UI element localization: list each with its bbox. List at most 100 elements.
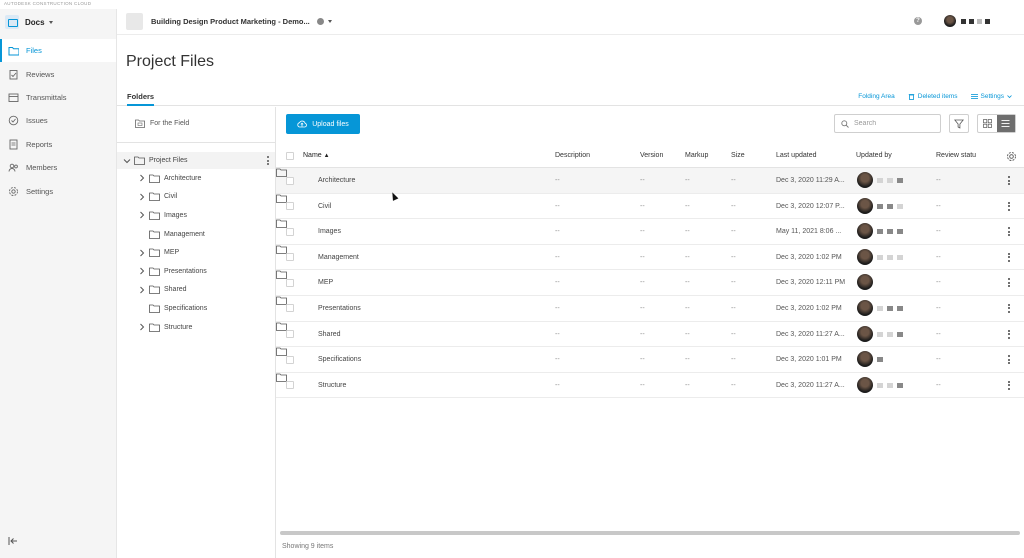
table-row[interactable]: Architecture -- -- -- -- Dec 3, 2020 11:29 A.… <box>276 168 1024 194</box>
table-row[interactable]: Presentations -- -- -- -- Dec 3, 2020 1:02 PM… <box>276 296 1024 322</box>
nav-item-files[interactable]: Files <box>0 39 116 63</box>
table-row[interactable]: Management -- -- -- -- Dec 3, 2020 1:02 PM -- <box>276 245 1024 271</box>
col-updated-by[interactable]: Updated by <box>856 152 892 159</box>
row-checkbox[interactable] <box>286 227 294 236</box>
tree-item-presentations[interactable]: Presentations <box>117 262 275 281</box>
row-name[interactable]: Architecture <box>318 177 355 184</box>
chevron-down-icon[interactable] <box>122 156 132 166</box>
row-name[interactable]: Management <box>318 254 359 261</box>
tree-item-mep[interactable]: MEP <box>117 243 275 262</box>
app-switcher[interactable]: Docs <box>5 15 53 29</box>
row-checkbox[interactable] <box>286 278 294 287</box>
left-nav: Docs Files Reviews Transmittals Issues Repor… <box>0 9 117 558</box>
table-row[interactable]: Civil -- -- -- -- Dec 3, 2020 12:07 P... -- <box>276 194 1024 220</box>
select-all-checkbox[interactable] <box>286 152 294 160</box>
row-checkbox[interactable] <box>286 330 294 339</box>
chevron-right-icon[interactable] <box>137 173 147 183</box>
col-last-updated[interactable]: Last updated <box>776 152 816 159</box>
col-version[interactable]: Version <box>640 152 663 159</box>
user-name-redacted[interactable] <box>961 18 993 25</box>
tree-root-more-icon[interactable] <box>267 156 269 165</box>
tree-item-specifications[interactable]: Specifications <box>117 299 275 318</box>
chevron-right-icon[interactable] <box>137 192 147 202</box>
row-more-icon[interactable] <box>1008 278 1010 288</box>
nav-item-reviews[interactable]: Reviews <box>0 62 116 85</box>
tree-item-management[interactable]: Management <box>117 225 275 244</box>
table-row[interactable]: Structure -- -- -- -- Dec 3, 2020 11:27 A... -… <box>276 373 1024 399</box>
folder-icon <box>276 347 287 357</box>
row-more-icon[interactable] <box>1008 227 1010 237</box>
row-name[interactable]: MEP <box>318 279 333 286</box>
nav-item-settings[interactable]: Settings <box>0 179 116 202</box>
col-description[interactable]: Description <box>555 152 590 159</box>
row-name[interactable]: Images <box>318 228 341 235</box>
nav-list: Files Reviews Transmittals Issues Reports Mem… <box>0 39 116 203</box>
tree-root-project-files[interactable]: Project Files <box>117 152 275 169</box>
user-avatar[interactable] <box>944 15 956 27</box>
row-checkbox[interactable] <box>286 176 294 185</box>
table-row[interactable]: Shared -- -- -- -- Dec 3, 2020 11:27 A... -- <box>276 322 1024 348</box>
updated-by-name-redacted <box>877 305 903 311</box>
row-more-icon[interactable] <box>1008 201 1010 211</box>
project-name[interactable]: Building Design Product Marketing - Demo… <box>151 17 310 26</box>
row-checkbox[interactable] <box>286 202 294 211</box>
search-input[interactable] <box>854 120 934 127</box>
table-row[interactable]: MEP -- -- -- -- Dec 3, 2020 12:11 PM -- <box>276 270 1024 296</box>
table-row[interactable]: Specifications -- -- -- -- Dec 3, 2020 1:01 P… <box>276 347 1024 373</box>
collapse-sidebar-icon[interactable] <box>8 536 18 546</box>
chevron-right-icon[interactable] <box>137 285 147 295</box>
search-box[interactable] <box>834 114 941 133</box>
row-markup: -- <box>685 330 690 338</box>
tree-item-civil[interactable]: Civil <box>117 188 275 207</box>
col-name[interactable]: Name ▲ <box>303 152 330 159</box>
for-the-field-item[interactable]: For the Field <box>135 119 189 128</box>
chevron-right-icon[interactable] <box>137 266 147 276</box>
view-toggle[interactable] <box>977 114 1016 133</box>
row-checkbox[interactable] <box>286 355 294 364</box>
row-checkbox[interactable] <box>286 253 294 262</box>
nav-item-transmittals[interactable]: Transmittals <box>0 86 116 109</box>
row-more-icon[interactable] <box>1008 380 1010 390</box>
column-settings-gear-icon[interactable] <box>1006 151 1017 162</box>
upload-files-button[interactable]: Upload files <box>286 114 360 134</box>
filter-button[interactable] <box>949 114 969 133</box>
col-markup[interactable]: Markup <box>685 152 708 159</box>
project-chevron-down-icon[interactable] <box>328 20 332 23</box>
tree-item-images[interactable]: Images <box>117 206 275 225</box>
tree-item-structure[interactable]: Structure <box>117 318 275 337</box>
table-row[interactable]: Images -- -- -- -- May 11, 2021 8:06 ... -- <box>276 219 1024 245</box>
row-more-icon[interactable] <box>1008 252 1010 262</box>
row-name[interactable]: Presentations <box>318 305 361 312</box>
row-more-icon[interactable] <box>1008 176 1010 185</box>
col-size[interactable]: Size <box>731 152 745 159</box>
row-name[interactable]: Structure <box>318 382 346 389</box>
row-name[interactable]: Specifications <box>318 356 361 363</box>
row-last-updated: May 11, 2021 8:06 ... <box>776 228 842 236</box>
chevron-right-icon[interactable] <box>137 248 147 258</box>
tree-item-shared[interactable]: Shared <box>117 281 275 300</box>
row-more-icon[interactable] <box>1008 303 1010 313</box>
help-icon[interactable]: ? <box>914 17 922 25</box>
row-version: -- <box>640 228 645 236</box>
row-checkbox[interactable] <box>286 381 294 390</box>
folding-area-link[interactable]: Folding Area <box>858 93 895 100</box>
chevron-right-icon[interactable] <box>137 210 147 220</box>
nav-item-members[interactable]: Members <box>0 156 116 179</box>
grid-view-button[interactable] <box>978 115 997 132</box>
row-more-icon[interactable] <box>1008 329 1010 339</box>
list-view-button[interactable] <box>996 115 1015 132</box>
deleted-items-link[interactable]: Deleted items <box>908 93 958 100</box>
row-checkbox[interactable] <box>286 304 294 313</box>
row-more-icon[interactable] <box>1008 355 1010 365</box>
row-name[interactable]: Shared <box>318 331 341 338</box>
folder-icon <box>149 267 160 276</box>
settings-link[interactable]: Settings <box>970 93 1013 100</box>
tab-folders[interactable]: Folders <box>127 92 155 106</box>
horizontal-scrollbar[interactable] <box>280 531 1020 535</box>
nav-item-reports[interactable]: Reports <box>0 133 116 156</box>
chevron-right-icon[interactable] <box>137 322 147 332</box>
col-review-status[interactable]: Review statu <box>936 152 976 159</box>
nav-item-issues[interactable]: Issues <box>0 109 116 132</box>
row-name[interactable]: Civil <box>318 203 331 210</box>
tree-item-architecture[interactable]: Architecture <box>117 169 275 188</box>
